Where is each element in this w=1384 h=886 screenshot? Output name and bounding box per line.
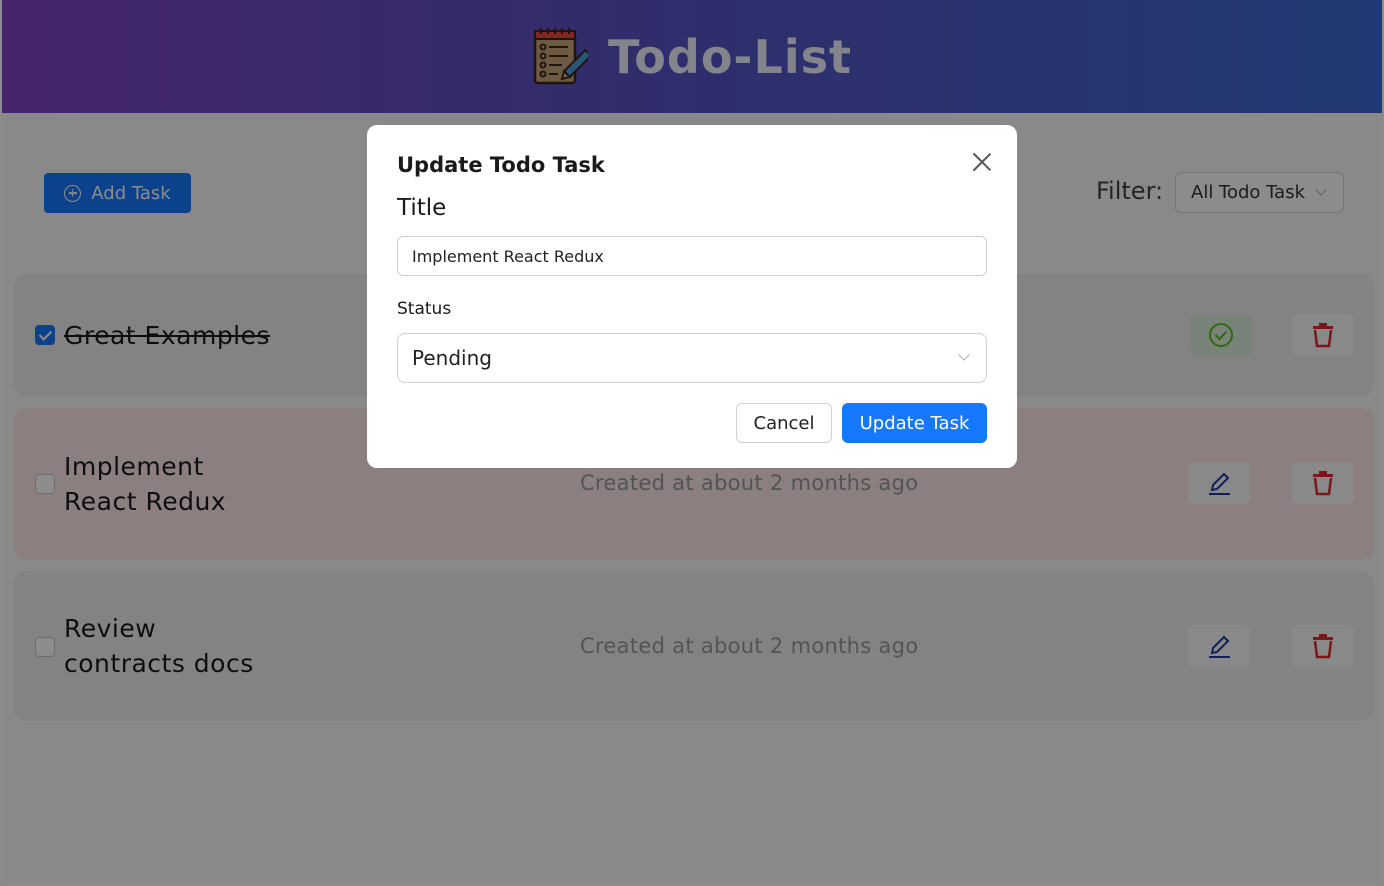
title-input[interactable] [397, 236, 987, 276]
close-icon[interactable] [971, 151, 993, 173]
cancel-button[interactable]: Cancel [736, 403, 832, 443]
update-task-modal: Update Todo Task Title Status Pending Ca… [367, 125, 1017, 468]
status-select[interactable]: Pending [397, 333, 987, 383]
update-task-button[interactable]: Update Task [842, 403, 987, 443]
modal-title: Update Todo Task [397, 153, 605, 177]
chevron-down-icon [958, 349, 970, 361]
status-label: Status [397, 299, 452, 319]
status-value: Pending [412, 346, 492, 370]
title-label: Title [397, 195, 447, 221]
